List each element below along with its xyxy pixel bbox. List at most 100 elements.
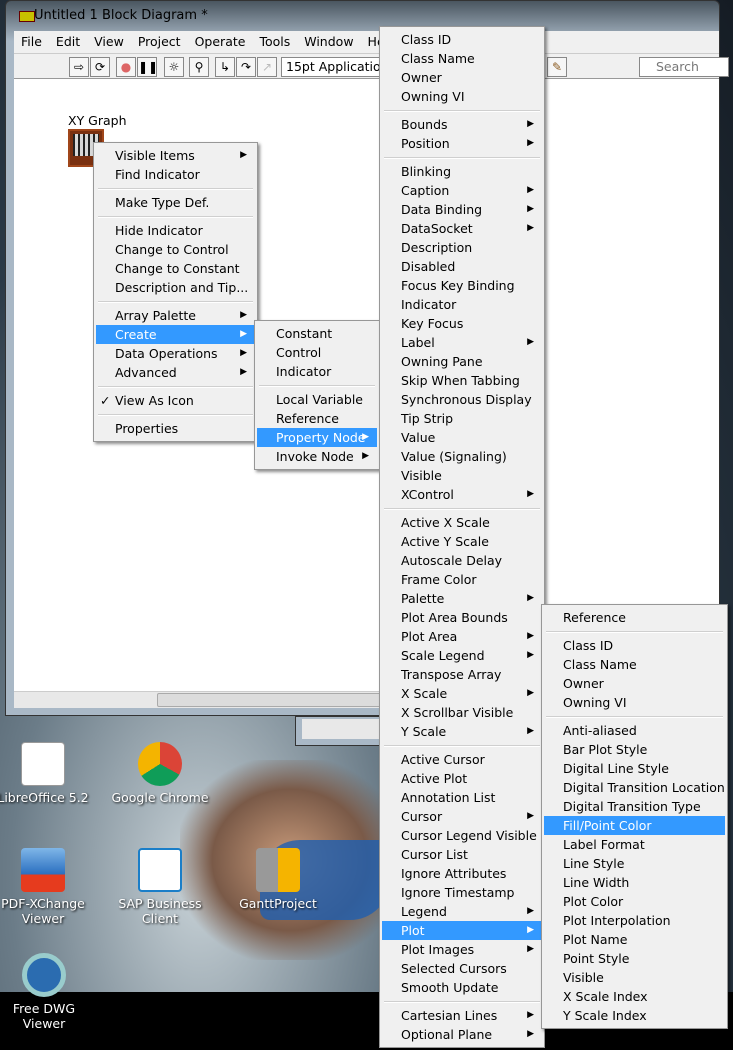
menu-item-create[interactable]: Create ▶ <box>96 325 255 344</box>
menu-item-active-cursor[interactable]: Active Cursor <box>382 750 542 769</box>
menu-item-change-to-constant[interactable]: Change to Constant <box>96 259 255 278</box>
desktop-icon-sap[interactable]: SAP Business Client <box>110 848 210 926</box>
menu-edit[interactable]: Edit <box>49 31 87 53</box>
menu-item-ignore-attributes[interactable]: Ignore Attributes <box>382 864 542 883</box>
menu-item-xcontrol[interactable]: XControl ▶ <box>382 485 542 504</box>
menu-item-anti-aliased[interactable]: Anti-aliased <box>544 721 725 740</box>
menu-item-x-scale-index[interactable]: X Scale Index <box>544 987 725 1006</box>
menu-item-active-y-scale[interactable]: Active Y Scale <box>382 532 542 551</box>
menu-item-advanced[interactable]: Advanced ▶ <box>96 363 255 382</box>
menu-item-plot-images[interactable]: Plot Images ▶ <box>382 940 542 959</box>
menu-item-plot-interpolation[interactable]: Plot Interpolation <box>544 911 725 930</box>
menu-item-digital-transition-location[interactable]: Digital Transition Location <box>544 778 725 797</box>
menu-item-hide-indicator[interactable]: Hide Indicator <box>96 221 255 240</box>
menu-item-property-node[interactable]: Property Node ▶ <box>257 428 377 447</box>
step-out-icon[interactable]: ↗ <box>257 57 277 77</box>
menu-item-focus-key-binding[interactable]: Focus Key Binding <box>382 276 542 295</box>
menu-item-blinking[interactable]: Blinking <box>382 162 542 181</box>
menu-window[interactable]: Window <box>297 31 360 53</box>
menu-item-point-style[interactable]: Point Style <box>544 949 725 968</box>
desktop-icon-dwg[interactable]: Free DWG Viewer <box>0 953 94 1031</box>
menu-item-view-as-icon[interactable]: ✓ View As Icon <box>96 391 255 410</box>
menu-item-description[interactable]: Description <box>382 238 542 257</box>
menu-item-transpose-array[interactable]: Transpose Array <box>382 665 542 684</box>
menu-item-plot-area-bounds[interactable]: Plot Area Bounds <box>382 608 542 627</box>
abort-icon[interactable]: ● <box>116 57 136 77</box>
menu-item-cartesian-lines[interactable]: Cartesian Lines ▶ <box>382 1006 542 1025</box>
menu-operate[interactable]: Operate <box>188 31 253 53</box>
menu-item-fill-point-color[interactable]: Fill/Point Color <box>544 816 725 835</box>
menu-item-owner[interactable]: Owner <box>382 68 542 87</box>
menu-item-digital-transition-type[interactable]: Digital Transition Type <box>544 797 725 816</box>
menu-item-data-binding[interactable]: Data Binding ▶ <box>382 200 542 219</box>
menu-item-indicator[interactable]: Indicator <box>382 295 542 314</box>
search-input[interactable]: Search <box>639 57 729 77</box>
run-continuously-icon[interactable]: ⟳ <box>90 57 110 77</box>
menu-item-make-type-def[interactable]: Make Type Def. <box>96 193 255 212</box>
menu-item-palette[interactable]: Palette ▶ <box>382 589 542 608</box>
font-select[interactable]: 15pt Application Font <box>281 57 393 77</box>
menu-item-cursor-legend-visible[interactable]: Cursor Legend Visible <box>382 826 542 845</box>
menu-item-tip-strip[interactable]: Tip Strip <box>382 409 542 428</box>
menu-item-line-width[interactable]: Line Width <box>544 873 725 892</box>
menu-item-caption[interactable]: Caption ▶ <box>382 181 542 200</box>
menu-item-owning-pane[interactable]: Owning Pane <box>382 352 542 371</box>
menu-item-plot-name[interactable]: Plot Name <box>544 930 725 949</box>
menu-item-class-name[interactable]: Class Name <box>544 655 725 674</box>
menu-item-change-to-control[interactable]: Change to Control <box>96 240 255 259</box>
desktop-icon-ganttproject[interactable]: GanttProject <box>228 848 328 911</box>
menu-item-control[interactable]: Control <box>257 343 377 362</box>
menu-item-disabled[interactable]: Disabled <box>382 257 542 276</box>
menu-item-class-name[interactable]: Class Name <box>382 49 542 68</box>
menu-item-label-format[interactable]: Label Format <box>544 835 725 854</box>
menu-item-indicator[interactable]: Indicator <box>257 362 377 381</box>
menu-item-visible[interactable]: Visible <box>382 466 542 485</box>
menu-item-y-scale[interactable]: Y Scale ▶ <box>382 722 542 741</box>
menu-item-legend[interactable]: Legend ▶ <box>382 902 542 921</box>
desktop-icon-libreoffice[interactable]: LibreOffice 5.2 <box>0 742 93 805</box>
menu-item-line-style[interactable]: Line Style <box>544 854 725 873</box>
menu-item-properties[interactable]: Properties <box>96 419 255 438</box>
menu-item-invoke-node[interactable]: Invoke Node ▶ <box>257 447 377 466</box>
menu-item-bar-plot-style[interactable]: Bar Plot Style <box>544 740 725 759</box>
menu-item-value-signaling[interactable]: Value (Signaling) <box>382 447 542 466</box>
retain-wire-values-icon[interactable]: ⚲ <box>189 57 209 77</box>
menu-item-x-scrollbar-visible[interactable]: X Scrollbar Visible <box>382 703 542 722</box>
menu-item-digital-line-style[interactable]: Digital Line Style <box>544 759 725 778</box>
menu-item-class-id[interactable]: Class ID <box>544 636 725 655</box>
menu-item-x-scale[interactable]: X Scale ▶ <box>382 684 542 703</box>
menu-item-active-plot[interactable]: Active Plot <box>382 769 542 788</box>
menu-item-find-indicator[interactable]: Find Indicator <box>96 165 255 184</box>
background-window[interactable] <box>295 716 392 746</box>
menu-item-position[interactable]: Position ▶ <box>382 134 542 153</box>
menu-item-y-scale-index[interactable]: Y Scale Index <box>544 1006 725 1025</box>
menu-file[interactable]: File <box>14 31 49 53</box>
run-arrow-icon[interactable]: ⇨ <box>69 57 89 77</box>
step-over-icon[interactable]: ↷ <box>236 57 256 77</box>
menu-item-bounds[interactable]: Bounds ▶ <box>382 115 542 134</box>
menu-item-owning-vi[interactable]: Owning VI <box>382 87 542 106</box>
menu-item-owning-vi[interactable]: Owning VI <box>544 693 725 712</box>
menu-item-label[interactable]: Label ▶ <box>382 333 542 352</box>
pause-icon[interactable]: ❚❚ <box>137 57 158 77</box>
highlight-execution-icon[interactable]: ☼ <box>164 57 184 77</box>
menu-item-visible-items[interactable]: Visible Items ▶ <box>96 146 255 165</box>
menu-item-optional-plane[interactable]: Optional Plane ▶ <box>382 1025 542 1044</box>
menu-item-data-operations[interactable]: Data Operations ▶ <box>96 344 255 363</box>
menu-item-selected-cursors[interactable]: Selected Cursors <box>382 959 542 978</box>
step-into-icon[interactable]: ↳ <box>215 57 235 77</box>
menu-item-plot-area[interactable]: Plot Area ▶ <box>382 627 542 646</box>
menu-item-description-and-tip[interactable]: Description and Tip... <box>96 278 255 297</box>
menu-item-plot[interactable]: Plot ▶ <box>382 921 542 940</box>
menu-item-array-palette[interactable]: Array Palette ▶ <box>96 306 255 325</box>
desktop-icon-pdfxchange[interactable]: PDF-XChange Viewer <box>0 848 93 926</box>
menu-item-reference[interactable]: Reference <box>257 409 377 428</box>
menu-item-plot-color[interactable]: Plot Color <box>544 892 725 911</box>
menu-item-smooth-update[interactable]: Smooth Update <box>382 978 542 997</box>
menu-item-cursor-list[interactable]: Cursor List <box>382 845 542 864</box>
menu-item-ignore-timestamp[interactable]: Ignore Timestamp <box>382 883 542 902</box>
menu-project[interactable]: Project <box>131 31 188 53</box>
menu-item-owner[interactable]: Owner <box>544 674 725 693</box>
menu-item-reference[interactable]: Reference <box>544 608 725 627</box>
menu-item-skip-when-tabbing[interactable]: Skip When Tabbing <box>382 371 542 390</box>
